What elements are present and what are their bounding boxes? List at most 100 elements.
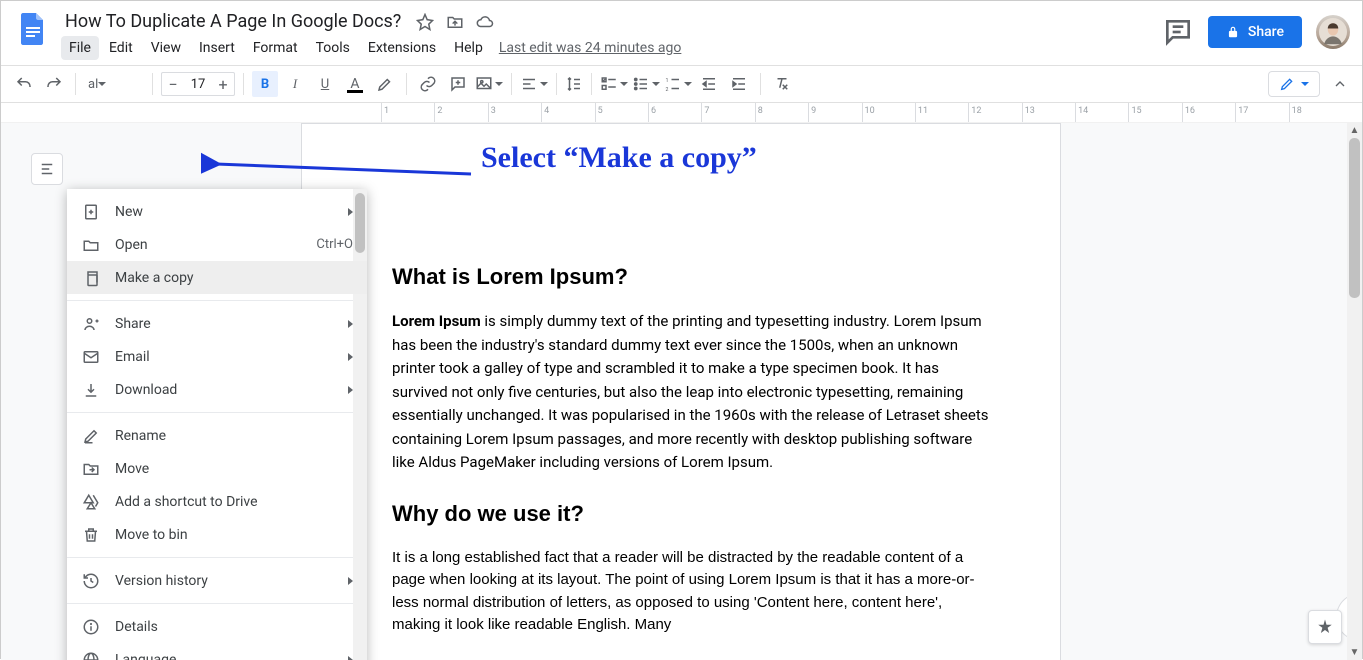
submenu-arrow-icon [348, 577, 353, 585]
file-menu-dropdown: New OpenCtrl+O Make a copy Share Email Downlo… [67, 189, 367, 660]
align-button[interactable] [520, 75, 548, 93]
move-folder-icon[interactable] [445, 12, 465, 32]
comments-history-icon[interactable] [1162, 16, 1194, 48]
file-menu-move[interactable]: Move [67, 452, 367, 485]
edit-mode-button[interactable] [1268, 71, 1320, 97]
separator [243, 73, 244, 95]
menu-tools[interactable]: Tools [308, 36, 358, 60]
bold-button[interactable]: B [252, 71, 278, 97]
last-edit-link[interactable]: Last edit was 24 minutes ago [499, 40, 682, 56]
separator [760, 73, 761, 95]
workspace: What is Lorem Ipsum? Lorem Ipsum is simp… [1, 123, 1362, 660]
menu-bar: File Edit View Insert Format Tools Exten… [61, 36, 1162, 60]
document-outline-button[interactable] [31, 153, 63, 185]
paragraph-2: It is a long established fact that a rea… [392, 547, 990, 637]
share-button[interactable]: Share [1208, 16, 1302, 48]
file-menu-rename[interactable]: Rename [67, 419, 367, 452]
document-title[interactable]: How To Duplicate A Page In Google Docs? [61, 9, 405, 34]
file-menu-download[interactable]: Download [67, 373, 367, 406]
docs-logo[interactable] [13, 9, 53, 49]
submenu-arrow-icon [348, 320, 353, 328]
font-size-value[interactable]: 17 [184, 77, 212, 92]
image-button[interactable] [475, 75, 503, 93]
docs-icon [15, 11, 51, 47]
hide-menus-button[interactable] [1328, 72, 1352, 96]
file-menu-share[interactable]: Share [67, 307, 367, 340]
separator [511, 73, 512, 95]
globe-icon [81, 650, 101, 660]
indent-decrease-button[interactable] [696, 71, 722, 97]
menu-item-label: Details [115, 619, 158, 635]
person-add-icon [81, 314, 101, 334]
clear-formatting-button[interactable] [769, 71, 795, 97]
chevron-down-icon [98, 82, 106, 86]
font-size-increase[interactable]: + [212, 73, 234, 95]
menu-item-label: Add a shortcut to Drive [115, 494, 258, 510]
menu-separator [67, 603, 367, 604]
menu-item-label: Download [115, 382, 177, 398]
file-menu-details[interactable]: Details [67, 610, 367, 643]
line-spacing-button[interactable] [565, 75, 583, 93]
menu-format[interactable]: Format [245, 36, 306, 60]
checklist-button[interactable] [600, 75, 628, 93]
history-icon [81, 571, 101, 591]
numbered-list-button[interactable]: 12 [664, 75, 692, 93]
highlight-button[interactable] [372, 71, 398, 97]
menu-help[interactable]: Help [446, 36, 491, 60]
underline-button[interactable]: U [312, 71, 338, 97]
file-menu-language[interactable]: Language [67, 643, 367, 660]
move-icon [81, 459, 101, 479]
menu-extensions[interactable]: Extensions [360, 36, 444, 60]
account-avatar[interactable] [1316, 15, 1350, 49]
file-menu-add-a-shortcut-to-drive[interactable]: Add a shortcut to Drive [67, 485, 367, 518]
document-page[interactable]: What is Lorem Ipsum? Lorem Ipsum is simp… [301, 123, 1061, 660]
indent-increase-button[interactable] [726, 71, 752, 97]
separator [152, 73, 153, 95]
file-menu-open[interactable]: OpenCtrl+O [67, 228, 367, 261]
info-icon [81, 617, 101, 637]
header-right: Share [1162, 9, 1350, 49]
link-button[interactable] [415, 71, 441, 97]
cloud-status-icon[interactable] [475, 12, 495, 32]
explore-button[interactable] [1308, 610, 1342, 644]
chevron-down-icon [1301, 82, 1309, 86]
font-size-decrease[interactable]: − [162, 73, 184, 95]
menu-view[interactable]: View [143, 36, 189, 60]
menu-item-label: Open [115, 237, 148, 253]
folder-open-icon [81, 235, 101, 255]
menu-edit[interactable]: Edit [101, 36, 141, 60]
menu-item-label: Make a copy [115, 270, 194, 286]
menu-item-label: New [115, 204, 143, 220]
undo-icon[interactable] [11, 71, 37, 97]
svg-text:1: 1 [666, 78, 669, 84]
redo-icon[interactable] [41, 71, 67, 97]
italic-button[interactable]: I [282, 71, 308, 97]
file-menu-make-a-copy[interactable]: Make a copy [67, 261, 367, 294]
menu-file[interactable]: File [61, 36, 99, 60]
lock-icon [1226, 25, 1240, 39]
menu-item-label: Share [115, 316, 151, 332]
horizontal-ruler[interactable]: 123456789101112131415161718 [1, 103, 1362, 123]
file-menu-email[interactable]: Email [67, 340, 367, 373]
file-menu-new[interactable]: New [67, 195, 367, 228]
heading-1: What is Lorem Ipsum? [392, 264, 990, 290]
submenu-arrow-icon [348, 353, 353, 361]
menu-item-label: Move to bin [115, 527, 188, 543]
paragraph-style-select[interactable]: al [84, 72, 144, 96]
star-icon[interactable] [415, 12, 435, 32]
file-menu-move-to-bin[interactable]: Move to bin [67, 518, 367, 551]
toolbar: al − 17 + B I U A 12 [1, 65, 1362, 103]
submenu-arrow-icon [348, 656, 353, 660]
download-icon [81, 380, 101, 400]
trash-icon [81, 525, 101, 545]
separator [556, 73, 557, 95]
vertical-scrollbar[interactable]: ▲▼ [1347, 123, 1362, 660]
text-color-button[interactable]: A [342, 71, 368, 97]
chevron-down-icon [652, 82, 660, 86]
comment-button[interactable] [445, 71, 471, 97]
bullet-list-button[interactable] [632, 75, 660, 93]
paragraph-1: Lorem Ipsum is simply dummy text of the … [392, 310, 990, 475]
share-label: Share [1248, 24, 1284, 40]
menu-insert[interactable]: Insert [191, 36, 243, 60]
file-menu-version-history[interactable]: Version history [67, 564, 367, 597]
